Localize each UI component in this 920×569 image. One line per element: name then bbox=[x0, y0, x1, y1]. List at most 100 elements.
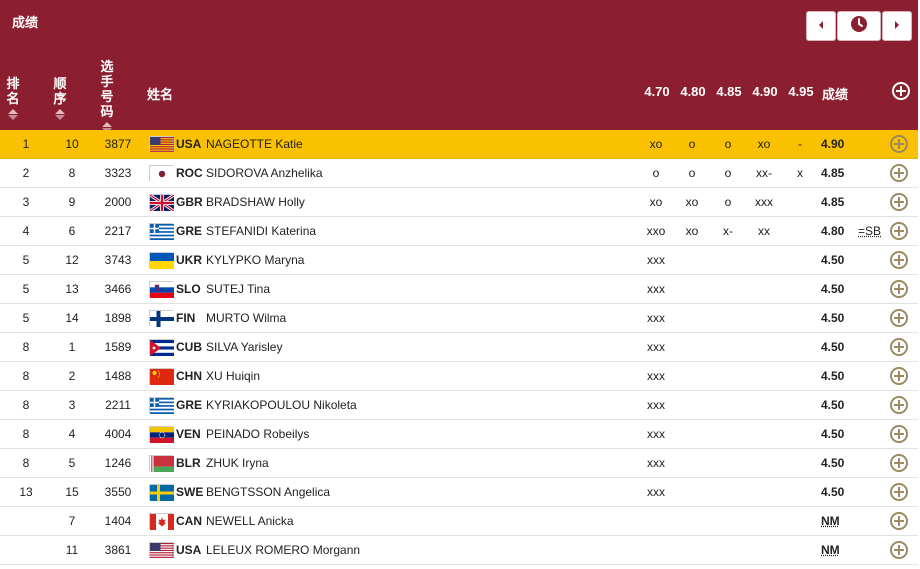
add-icon[interactable] bbox=[890, 512, 908, 530]
table-row[interactable]: 5 14 1898 FIN MURTO Wilma xxx 4.50 bbox=[0, 304, 918, 333]
mark-cell: 4.50 bbox=[821, 485, 845, 499]
rank-cell: 8 bbox=[22, 340, 30, 354]
add-icon[interactable] bbox=[890, 338, 908, 356]
athlete-name[interactable]: NEWELL Anicka bbox=[206, 514, 294, 528]
table-row[interactable]: 8 2 1488 CHN XU Huiqin xxx 4.50 bbox=[0, 362, 918, 391]
athlete-name[interactable]: XU Huiqin bbox=[206, 369, 260, 383]
add-icon[interactable] bbox=[892, 82, 910, 100]
athlete-name[interactable]: SUTEJ Tina bbox=[206, 282, 270, 296]
country-code: SLO bbox=[176, 282, 201, 296]
attempt-cell: x bbox=[797, 166, 803, 180]
athlete-name[interactable]: NAGEOTTE Katie bbox=[206, 137, 303, 151]
country-code: BLR bbox=[176, 456, 201, 470]
attempt-cell: xxo bbox=[646, 224, 666, 238]
add-icon[interactable] bbox=[890, 164, 908, 182]
history-button[interactable] bbox=[837, 11, 881, 41]
rank-cell: 8 bbox=[22, 456, 30, 470]
add-icon[interactable] bbox=[890, 367, 908, 385]
attempt-cell: xxx bbox=[647, 369, 665, 383]
add-icon[interactable] bbox=[890, 396, 908, 414]
country-code: UKR bbox=[176, 253, 202, 267]
athlete-name[interactable]: ZHUK Iryna bbox=[206, 456, 269, 470]
order-cell: 9 bbox=[68, 195, 76, 209]
attempt-cell: xx bbox=[758, 224, 770, 238]
bib-cell: 4004 bbox=[104, 427, 132, 441]
page-title: 成绩 bbox=[12, 15, 39, 30]
athlete-name[interactable]: SILVA Yarisley bbox=[206, 340, 282, 354]
table-row[interactable]: 8 1 1589 CUB SILVA Yarisley xxx 4.50 bbox=[0, 333, 918, 362]
prev-arrow-icon bbox=[816, 17, 826, 35]
table-row[interactable]: 7 1404 CAN NEWELL Anicka NM bbox=[0, 507, 918, 536]
athlete-name[interactable]: PEINADO Robeilys bbox=[206, 427, 309, 441]
bib-cell: 1488 bbox=[104, 369, 132, 383]
attempt-cell: o bbox=[724, 166, 732, 180]
attempt-cell: xo bbox=[649, 195, 663, 209]
rank-column-header[interactable]: 排 名 bbox=[5, 76, 21, 120]
athlete-name[interactable]: STEFANIDI Katerina bbox=[206, 224, 316, 238]
athlete-name[interactable]: MURTO Wilma bbox=[206, 311, 286, 325]
bib-cell: 2211 bbox=[105, 398, 131, 412]
country-code: FIN bbox=[176, 311, 196, 325]
flag-ven-icon bbox=[149, 426, 174, 443]
table-row[interactable]: 8 3 2211 GRE KYRIAKOPOULOU Nikoleta xxx 4.50 bbox=[0, 391, 918, 420]
table-row[interactable]: 5 12 3743 UKR KYLYPKO Maryna xxx 4.50 bbox=[0, 246, 918, 275]
order-sort-icon[interactable] bbox=[55, 109, 65, 120]
table-row[interactable]: 2 8 3323 ROC SIDOROVA Anzhelika o o o xx-x 4.85 bbox=[0, 159, 918, 188]
athlete-name[interactable]: KYRIAKOPOULOU Nikoleta bbox=[206, 398, 357, 412]
athlete-name[interactable]: KYLYPKO Maryna bbox=[206, 253, 304, 267]
rank-sort-icon[interactable] bbox=[8, 109, 18, 120]
add-icon[interactable] bbox=[890, 483, 908, 501]
next-button[interactable] bbox=[882, 11, 912, 41]
add-icon[interactable] bbox=[890, 251, 908, 269]
attempt-cell: o bbox=[724, 195, 732, 209]
add-icon[interactable] bbox=[890, 193, 908, 211]
table-row[interactable]: 1 10 3877 USA NAGEOTTE Katie xo o o xo - 4.90 bbox=[0, 130, 918, 159]
flag-chn-icon bbox=[149, 368, 174, 385]
order-cell: 12 bbox=[65, 253, 79, 267]
bib-cell: 2000 bbox=[104, 195, 132, 209]
order-cell: 6 bbox=[68, 224, 76, 238]
flag-slo-icon bbox=[149, 281, 174, 298]
mark-cell: 4.50 bbox=[821, 340, 845, 354]
add-icon[interactable] bbox=[890, 280, 908, 298]
attempt-cell: xo bbox=[685, 195, 699, 209]
bib-column-header[interactable]: 选 手 号 码 bbox=[99, 59, 115, 133]
prev-button[interactable] bbox=[806, 11, 836, 41]
rank-label-bottom: 名 bbox=[6, 91, 20, 106]
table-row[interactable]: 11 3861 USA LELEUX ROMERO Morgann NM bbox=[0, 536, 918, 565]
add-icon[interactable] bbox=[890, 135, 908, 153]
athlete-name[interactable]: BENGTSSON Angelica bbox=[206, 485, 330, 499]
order-cell: 3 bbox=[68, 398, 76, 412]
results-header: 成绩 排 名 顺 序 选 手 号 码 姓名 4.70 4.80 4.85 4.9… bbox=[0, 0, 918, 133]
clock-icon bbox=[850, 15, 868, 38]
attempt-cell: xxx bbox=[647, 340, 665, 354]
attempt-cell: xo bbox=[685, 224, 699, 238]
add-icon[interactable] bbox=[890, 541, 908, 559]
athlete-name[interactable]: SIDOROVA Anzhelika bbox=[206, 166, 323, 180]
bib-label-1: 选 bbox=[100, 59, 114, 74]
attempt-cell: xxx bbox=[647, 456, 665, 470]
table-row[interactable]: 3 9 2000 GBR BRADSHAW Holly xo xo o xxx 4.85 bbox=[0, 188, 918, 217]
athlete-name[interactable]: BRADSHAW Holly bbox=[206, 195, 305, 209]
athlete-name[interactable]: LELEUX ROMERO Morgann bbox=[206, 543, 360, 557]
add-icon[interactable] bbox=[890, 425, 908, 443]
table-row[interactable]: 8 5 1246 BLR ZHUK Iryna xxx 4.50 bbox=[0, 449, 918, 478]
order-cell: 11 bbox=[65, 543, 79, 557]
flag-ukr-icon bbox=[149, 252, 174, 269]
bib-cell: 1898 bbox=[104, 311, 132, 325]
order-cell: 5 bbox=[68, 456, 76, 470]
attempt-cell: xxx bbox=[647, 253, 665, 267]
order-column-header[interactable]: 顺 序 bbox=[52, 76, 68, 120]
table-row[interactable]: 4 6 2217 GRE STEFANIDI Katerina xxo xo x-xx 4.80… bbox=[0, 217, 918, 246]
mark-cell: 4.85 bbox=[821, 166, 845, 180]
add-icon[interactable] bbox=[890, 222, 908, 240]
add-icon[interactable] bbox=[890, 454, 908, 472]
table-row[interactable]: 13 15 3550 SWE BENGTSSON Angelica xxx 4.50 bbox=[0, 478, 918, 507]
table-row[interactable]: 5 13 3466 SLO SUTEJ Tina xxx 4.50 bbox=[0, 275, 918, 304]
attempt-cell: o bbox=[724, 137, 732, 151]
flag-gbr-icon bbox=[149, 193, 175, 213]
height-header-3: 4.85 bbox=[716, 84, 742, 99]
rank-cell: 2 bbox=[22, 166, 30, 180]
table-row[interactable]: 8 4 4004 VEN PEINADO Robeilys xxx 4.50 bbox=[0, 420, 918, 449]
add-icon[interactable] bbox=[890, 309, 908, 327]
